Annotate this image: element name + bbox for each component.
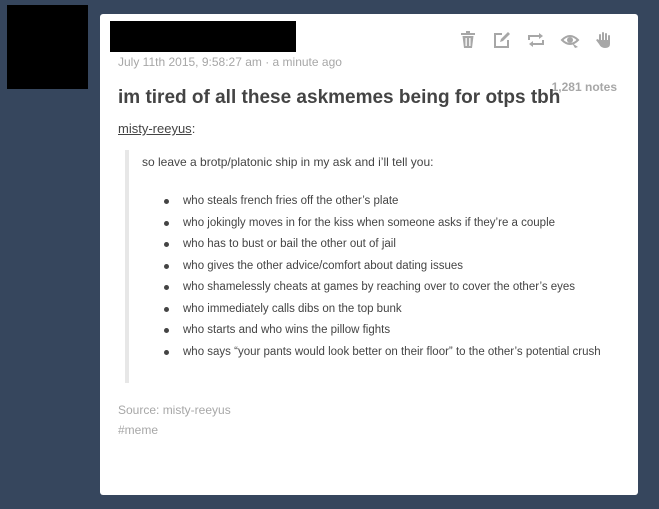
queue-icon: [560, 35, 580, 48]
hand-button[interactable]: [592, 29, 616, 51]
hand-icon: [596, 32, 610, 48]
post-source[interactable]: Source: misty-reeyus: [118, 403, 231, 417]
reblog-icon: [528, 33, 544, 47]
tag-meme[interactable]: #meme: [118, 423, 158, 437]
question-list: who steals french fries off the other’s …: [162, 191, 602, 363]
trash-icon: [461, 31, 475, 48]
post-card: July 11th 2015, 9:58:27 am · a minute ag…: [100, 14, 638, 495]
blockquote: so leave a brotp/platonic ship in my ask…: [125, 150, 609, 383]
list-item: who immediately calls dibs on the top bu…: [162, 299, 602, 321]
post-timestamp: July 11th 2015, 9:58:27 am · a minute ag…: [118, 55, 342, 69]
list-item: who jokingly moves in for the kiss when …: [162, 213, 602, 235]
reblog-colon: :: [191, 121, 196, 136]
post-controls: [456, 29, 616, 51]
post-title: im tired of all these askmemes being for…: [118, 87, 561, 108]
list-item: who starts and who wins the pillow fight…: [162, 320, 602, 342]
queue-button[interactable]: [558, 29, 582, 51]
list-item: who gives the other advice/comfort about…: [162, 256, 602, 278]
blog-name-redacted: [110, 21, 296, 52]
edit-icon: [494, 32, 510, 48]
reblog-source-link[interactable]: misty-reeyus: [118, 121, 192, 136]
list-item: who shamelessly cheats at games by reach…: [162, 277, 602, 299]
list-item: who has to bust or bail the other out of…: [162, 234, 602, 256]
reblog-button[interactable]: [524, 29, 548, 51]
reblog-attribution: misty-reeyus:: [118, 121, 195, 136]
list-item: who steals french fries off the other’s …: [162, 191, 602, 213]
quote-intro: so leave a brotp/platonic ship in my ask…: [142, 155, 434, 169]
delete-button[interactable]: [456, 29, 480, 51]
notes-count[interactable]: 1,281 notes: [552, 80, 617, 94]
avatar[interactable]: [7, 5, 88, 89]
list-item: who says “your pants would look better o…: [162, 342, 602, 364]
edit-button[interactable]: [490, 29, 514, 51]
